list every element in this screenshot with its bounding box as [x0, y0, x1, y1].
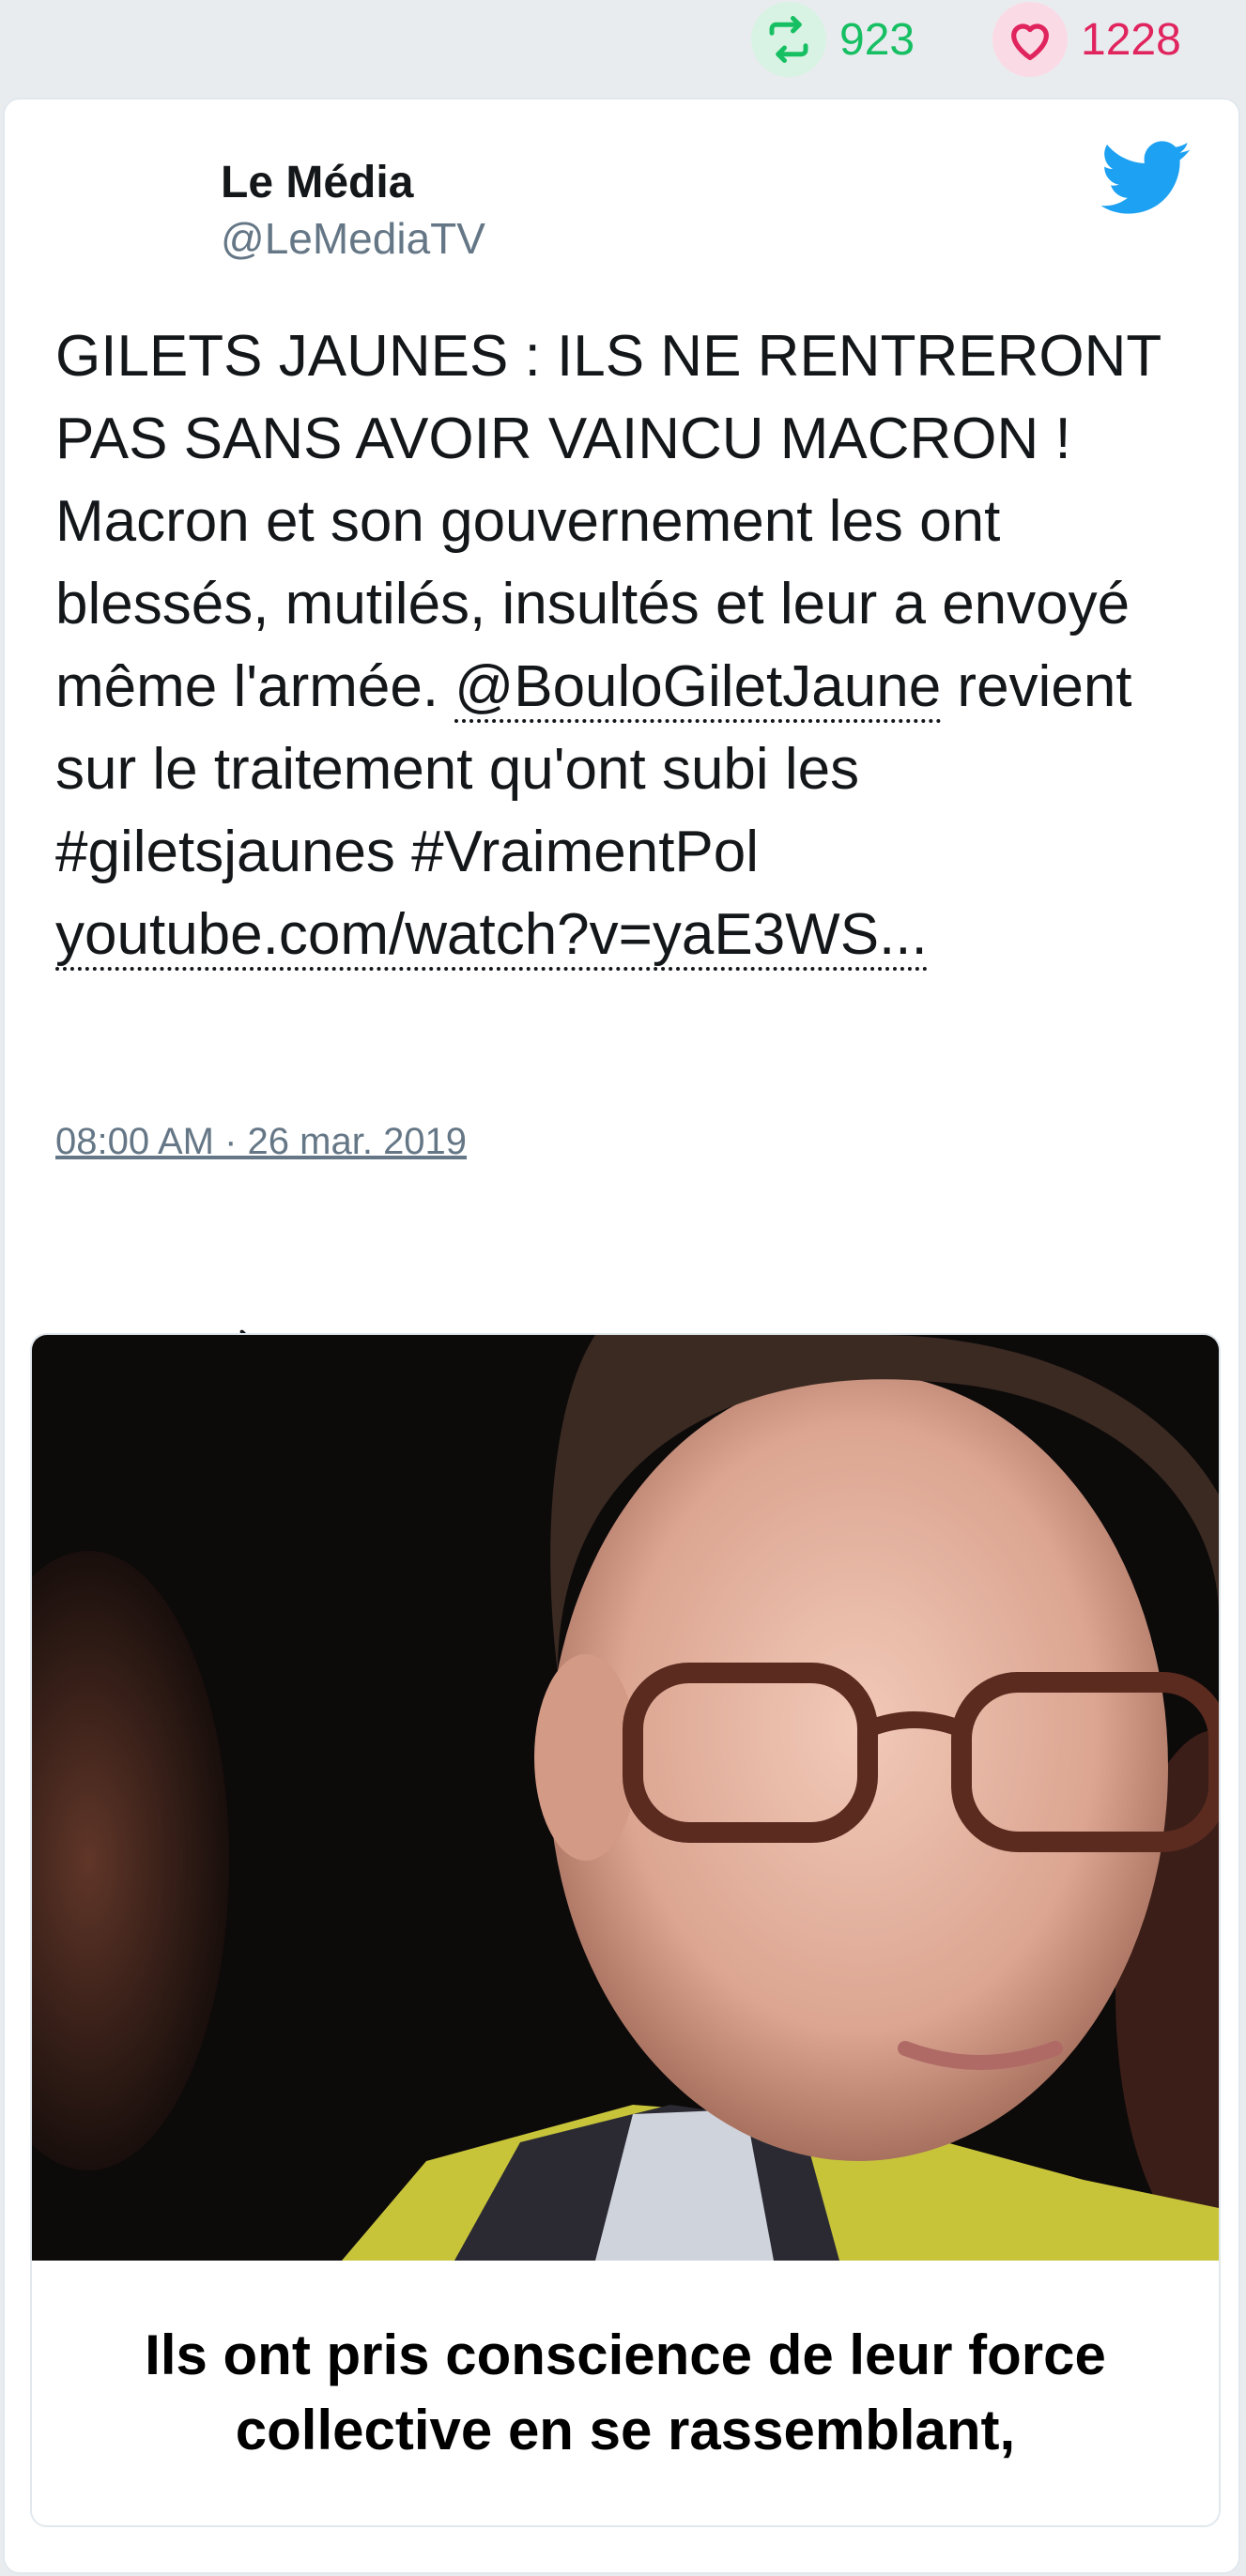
retweet-count: 923	[839, 14, 915, 65]
retweet-count-stat[interactable]: 923	[751, 0, 915, 79]
tweet-author[interactable]: Le Média @LeMediaTV	[221, 154, 485, 265]
twitter-bird-icon[interactable]	[1101, 139, 1192, 218]
caption-line: Ils ont pris conscience de leur force	[145, 2323, 1106, 2386]
author-name: Le Média	[221, 158, 414, 207]
tweet-media-card[interactable]: Ils ont pris conscience de leur force co…	[30, 1333, 1221, 2527]
tweet-text: GILETS JAUNES : ILS NE RENTRERONT PAS SA…	[55, 315, 1201, 976]
video-caption: Ils ont pris conscience de leur force co…	[32, 2261, 1219, 2525]
caption-line: collective en se rassemblant,	[235, 2399, 1016, 2461]
like-count-stat[interactable]: 1228	[992, 0, 1181, 79]
tweet-timestamp[interactable]: 08:00 AM · 26 mar. 2019	[55, 1121, 467, 1163]
youtube-link[interactable]: youtube.com/watch?v=yaE3WS...	[55, 902, 928, 971]
like-count: 1228	[1081, 14, 1181, 65]
mention-link[interactable]: @BouloGiletJaune	[454, 654, 942, 723]
author-handle: @LeMediaTV	[221, 214, 485, 263]
heart-icon	[992, 2, 1068, 77]
retweet-icon	[751, 2, 826, 77]
video-thumbnail-image	[32, 1335, 1219, 2261]
tweet-card: Le Média @LeMediaTV GILETS JAUNES : ILS …	[3, 98, 1240, 2574]
tweet-stats-bar: 923 1228	[0, 0, 1246, 90]
